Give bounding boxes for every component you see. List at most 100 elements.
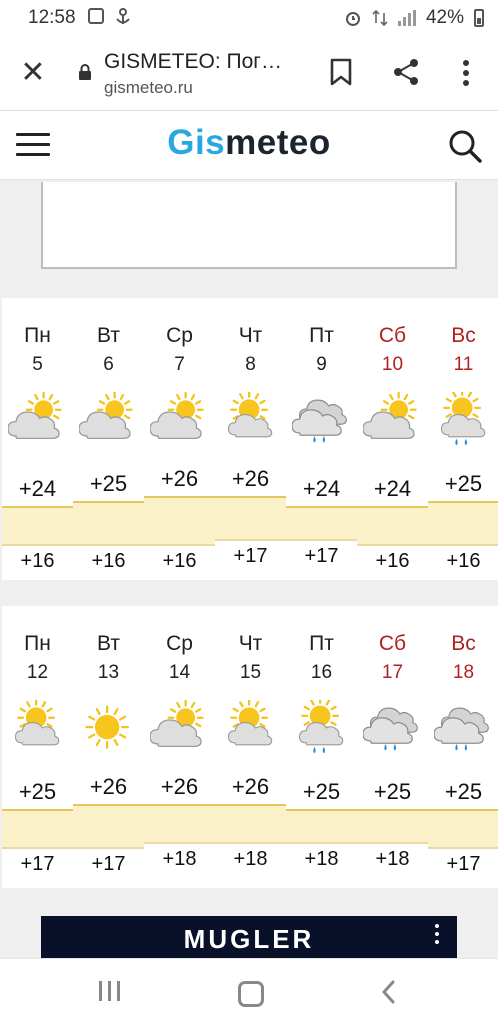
forecast-day[interactable]: Чт 15 +26 +18: [215, 606, 286, 888]
day-name: Вт: [97, 632, 120, 655]
temp-max: +26: [160, 774, 199, 799]
temp-max: +25: [444, 779, 483, 804]
forecast-day[interactable]: Пт 9 +24 +17: [286, 298, 357, 580]
temp-band: [2, 809, 73, 849]
share-icon[interactable]: [392, 58, 420, 86]
day-name: Чт: [238, 324, 263, 347]
forecast-day[interactable]: Ср 14 +26 +18: [144, 606, 215, 888]
temp-max: +26: [160, 466, 199, 491]
forecast-day[interactable]: Пн 5 +24 +16: [2, 298, 73, 580]
temp-band: [428, 809, 498, 849]
anchor-icon: [116, 8, 130, 24]
temp-max: +24: [373, 476, 412, 501]
ad-more-icon[interactable]: [435, 924, 441, 948]
day-date: 15: [239, 662, 262, 683]
temp-max: +25: [89, 471, 128, 496]
temp-band: [357, 506, 428, 546]
temp-min: +16: [375, 550, 410, 572]
forecast-week-2: Пн 12 +25 +17 Вт 13 +26 +17 Ср 14 +26 +1…: [2, 606, 498, 888]
temp-max: +25: [444, 471, 483, 496]
day-date: 12: [26, 662, 49, 683]
day-name: Вт: [97, 324, 120, 347]
page-url[interactable]: gismeteo.ru: [104, 78, 193, 98]
browser-toolbar: ✕ GISMETEO: Пог… gismeteo.ru: [0, 36, 498, 111]
ad-brand: MUGLER: [183, 924, 315, 954]
temp-band: [73, 804, 144, 849]
day-name: Ср: [166, 324, 193, 347]
temp-band: [428, 501, 498, 546]
gallery-icon: [88, 8, 104, 24]
forecast-day[interactable]: Ср 7 +26 +16: [144, 298, 215, 580]
temp-band: [73, 501, 144, 546]
temp-band: [144, 804, 215, 844]
signal-icon: [397, 10, 416, 26]
mostly-sunny-icon: [8, 698, 68, 756]
status-time: 12:58: [28, 7, 76, 28]
temp-min: +17: [233, 545, 268, 567]
mostly-sunny-icon: [221, 390, 281, 448]
temp-min: +18: [162, 848, 197, 870]
forecast-day[interactable]: Сб 17 +25 +18: [357, 606, 428, 888]
temp-max: +25: [302, 779, 341, 804]
battery-icon: [474, 9, 484, 27]
recent-apps-icon[interactable]: [99, 981, 123, 1003]
more-vert-icon[interactable]: [456, 58, 476, 88]
forecast-day[interactable]: Пт 16 +25 +18: [286, 606, 357, 888]
temp-band: [215, 496, 286, 541]
temp-band: [144, 496, 215, 546]
forecast-day[interactable]: Сб 10 +24 +16: [357, 298, 428, 580]
temp-min: +16: [446, 550, 481, 572]
temp-min: +18: [375, 848, 410, 870]
forecast-day[interactable]: Вт 6 +25 +16: [73, 298, 144, 580]
day-date: 8: [245, 354, 256, 375]
temp-min: +16: [20, 550, 55, 572]
status-right-icons: 42%: [344, 7, 484, 29]
day-date: 11: [453, 354, 474, 375]
data-icon: [372, 9, 388, 27]
bookmark-icon[interactable]: [328, 58, 354, 86]
temp-band: [286, 506, 357, 541]
temp-max: +25: [373, 779, 412, 804]
battery-percent: 42%: [425, 7, 464, 28]
temp-max: +24: [302, 476, 341, 501]
sun-cloud-rain-icon: [292, 696, 352, 756]
gismeteo-logo[interactable]: Gismeteo: [0, 123, 498, 163]
day-name: Пн: [24, 324, 51, 347]
bottom-ad-banner[interactable]: MUGLER: [41, 916, 457, 958]
page-title[interactable]: GISMETEO: Пог…: [104, 50, 282, 74]
temp-max: +24: [18, 476, 57, 501]
temp-min: +18: [233, 848, 268, 870]
day-date: 14: [168, 662, 191, 683]
temp-min: +17: [446, 853, 481, 875]
home-icon[interactable]: [238, 981, 264, 1007]
temp-band: [357, 809, 428, 844]
forecast-day[interactable]: Вс 11 +25 +16: [428, 298, 498, 580]
forecast-day[interactable]: Вт 13 +26 +17: [73, 606, 144, 888]
forecast-day[interactable]: Чт 8 +26 +17: [215, 298, 286, 580]
day-date: 16: [310, 662, 333, 683]
partly-cloudy-icon: [362, 391, 423, 448]
search-icon[interactable]: [448, 129, 482, 163]
partly-cloudy-icon: [149, 391, 210, 448]
day-date: 10: [381, 354, 404, 375]
partly-cloudy-icon: [78, 391, 139, 448]
forecast-day[interactable]: Вс 18 +25 +17: [428, 606, 498, 888]
day-name: Пт: [309, 632, 334, 655]
temp-min: +17: [20, 853, 55, 875]
day-date: 6: [103, 354, 114, 375]
forecast-day[interactable]: Пн 12 +25 +17: [2, 606, 73, 888]
sunny-icon: [79, 700, 139, 756]
day-name: Чт: [238, 632, 263, 655]
alarm-icon: [345, 12, 360, 26]
day-date: 13: [97, 662, 120, 683]
day-date: 17: [381, 662, 404, 683]
day-name: Пт: [309, 324, 334, 347]
close-icon[interactable]: ✕: [18, 58, 48, 88]
logo-part-gis: Gis: [167, 123, 226, 162]
site-header: Gismeteo: [0, 111, 498, 180]
partly-cloudy-icon: [149, 699, 210, 756]
temp-max: +26: [231, 774, 270, 799]
day-name: Сб: [378, 632, 407, 655]
back-icon[interactable]: [378, 979, 400, 1005]
status-bar: 12:58 42%: [0, 0, 498, 36]
